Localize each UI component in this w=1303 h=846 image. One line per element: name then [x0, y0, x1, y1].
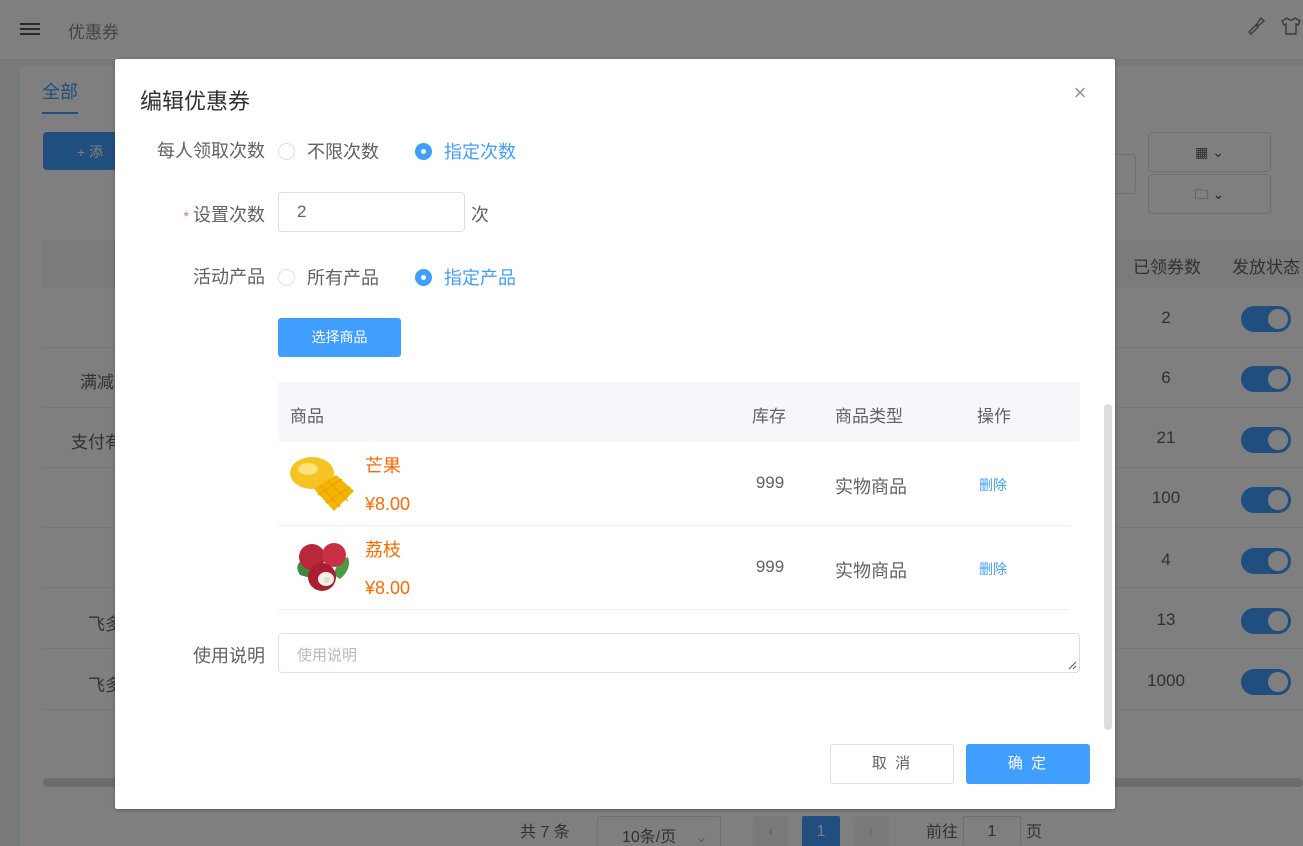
radio-specified-times[interactable]: 指定次数 — [415, 138, 516, 164]
radio-label: 指定次数 — [444, 142, 516, 162]
resize-grip-icon[interactable] — [1067, 660, 1077, 670]
radio-circle — [278, 268, 295, 286]
col-type: 商品类型 — [835, 407, 903, 426]
products-label: 活动产品 — [193, 267, 265, 287]
col-stock: 库存 — [752, 407, 786, 426]
product-type: 实物商品 — [835, 561, 907, 581]
confirm-button[interactable]: 确 定 — [966, 744, 1090, 784]
product-stock: 999 — [755, 557, 785, 576]
product-type: 实物商品 — [835, 477, 907, 497]
radio-circle — [415, 268, 432, 286]
radio-circle — [415, 142, 432, 160]
product-name: 芒果 — [365, 456, 401, 476]
radio-label: 不限次数 — [307, 142, 379, 162]
lychee-thumbnail — [290, 535, 354, 601]
radio-unlimited[interactable]: 不限次数 — [278, 138, 379, 164]
dialog-scrollbar[interactable] — [1104, 404, 1112, 730]
radio-label: 指定产品 — [444, 268, 516, 288]
radio-circle — [278, 142, 295, 160]
product-stock: 999 — [755, 473, 785, 492]
product-table: 商品 库存 商品类型 操作 芒果 ¥8.00 999 实物商品 删除 荔枝 ¥8… — [278, 382, 1080, 610]
product-price: ¥8.00 — [365, 494, 411, 514]
set-times-label: * 设置次数 — [115, 201, 265, 227]
required-mark: * — [183, 208, 189, 224]
table-row: 芒果 ¥8.00 999 实物商品 删除 — [278, 442, 1070, 526]
delete-link[interactable]: 删除 — [979, 559, 1007, 579]
dialog-title: 编辑优惠券 — [140, 89, 251, 114]
select-products-button[interactable]: 选择商品 — [278, 318, 401, 357]
times-unit: 次 — [471, 205, 489, 225]
mango-thumbnail — [290, 451, 354, 517]
edit-coupon-dialog: 编辑优惠券 × 每人领取次数 不限次数 指定次数 * 设置次数 2 次 活动产品 … — [115, 59, 1115, 809]
table-row: 荔枝 ¥8.00 999 实物商品 删除 — [278, 526, 1070, 610]
col-action: 操作 — [977, 407, 1011, 426]
set-times-text: 设置次数 — [193, 205, 265, 225]
description-label: 使用说明 — [193, 646, 265, 666]
radio-label: 所有产品 — [307, 268, 379, 288]
product-price: ¥8.00 — [365, 578, 411, 598]
radio-all-products[interactable]: 所有产品 — [278, 264, 379, 290]
close-icon[interactable]: × — [1070, 82, 1090, 104]
description-textarea[interactable]: 使用说明 — [278, 633, 1080, 673]
product-table-header: 商品 库存 商品类型 操作 — [278, 382, 1080, 442]
delete-link[interactable]: 删除 — [979, 475, 1007, 495]
claim-limit-label: 每人领取次数 — [157, 141, 265, 161]
times-input[interactable]: 2 — [278, 192, 465, 232]
cancel-button[interactable]: 取 消 — [830, 744, 954, 784]
radio-specified-products[interactable]: 指定产品 — [415, 264, 516, 290]
col-product: 商品 — [290, 407, 324, 426]
product-name: 荔枝 — [365, 540, 401, 560]
description-placeholder: 使用说明 — [297, 647, 358, 664]
